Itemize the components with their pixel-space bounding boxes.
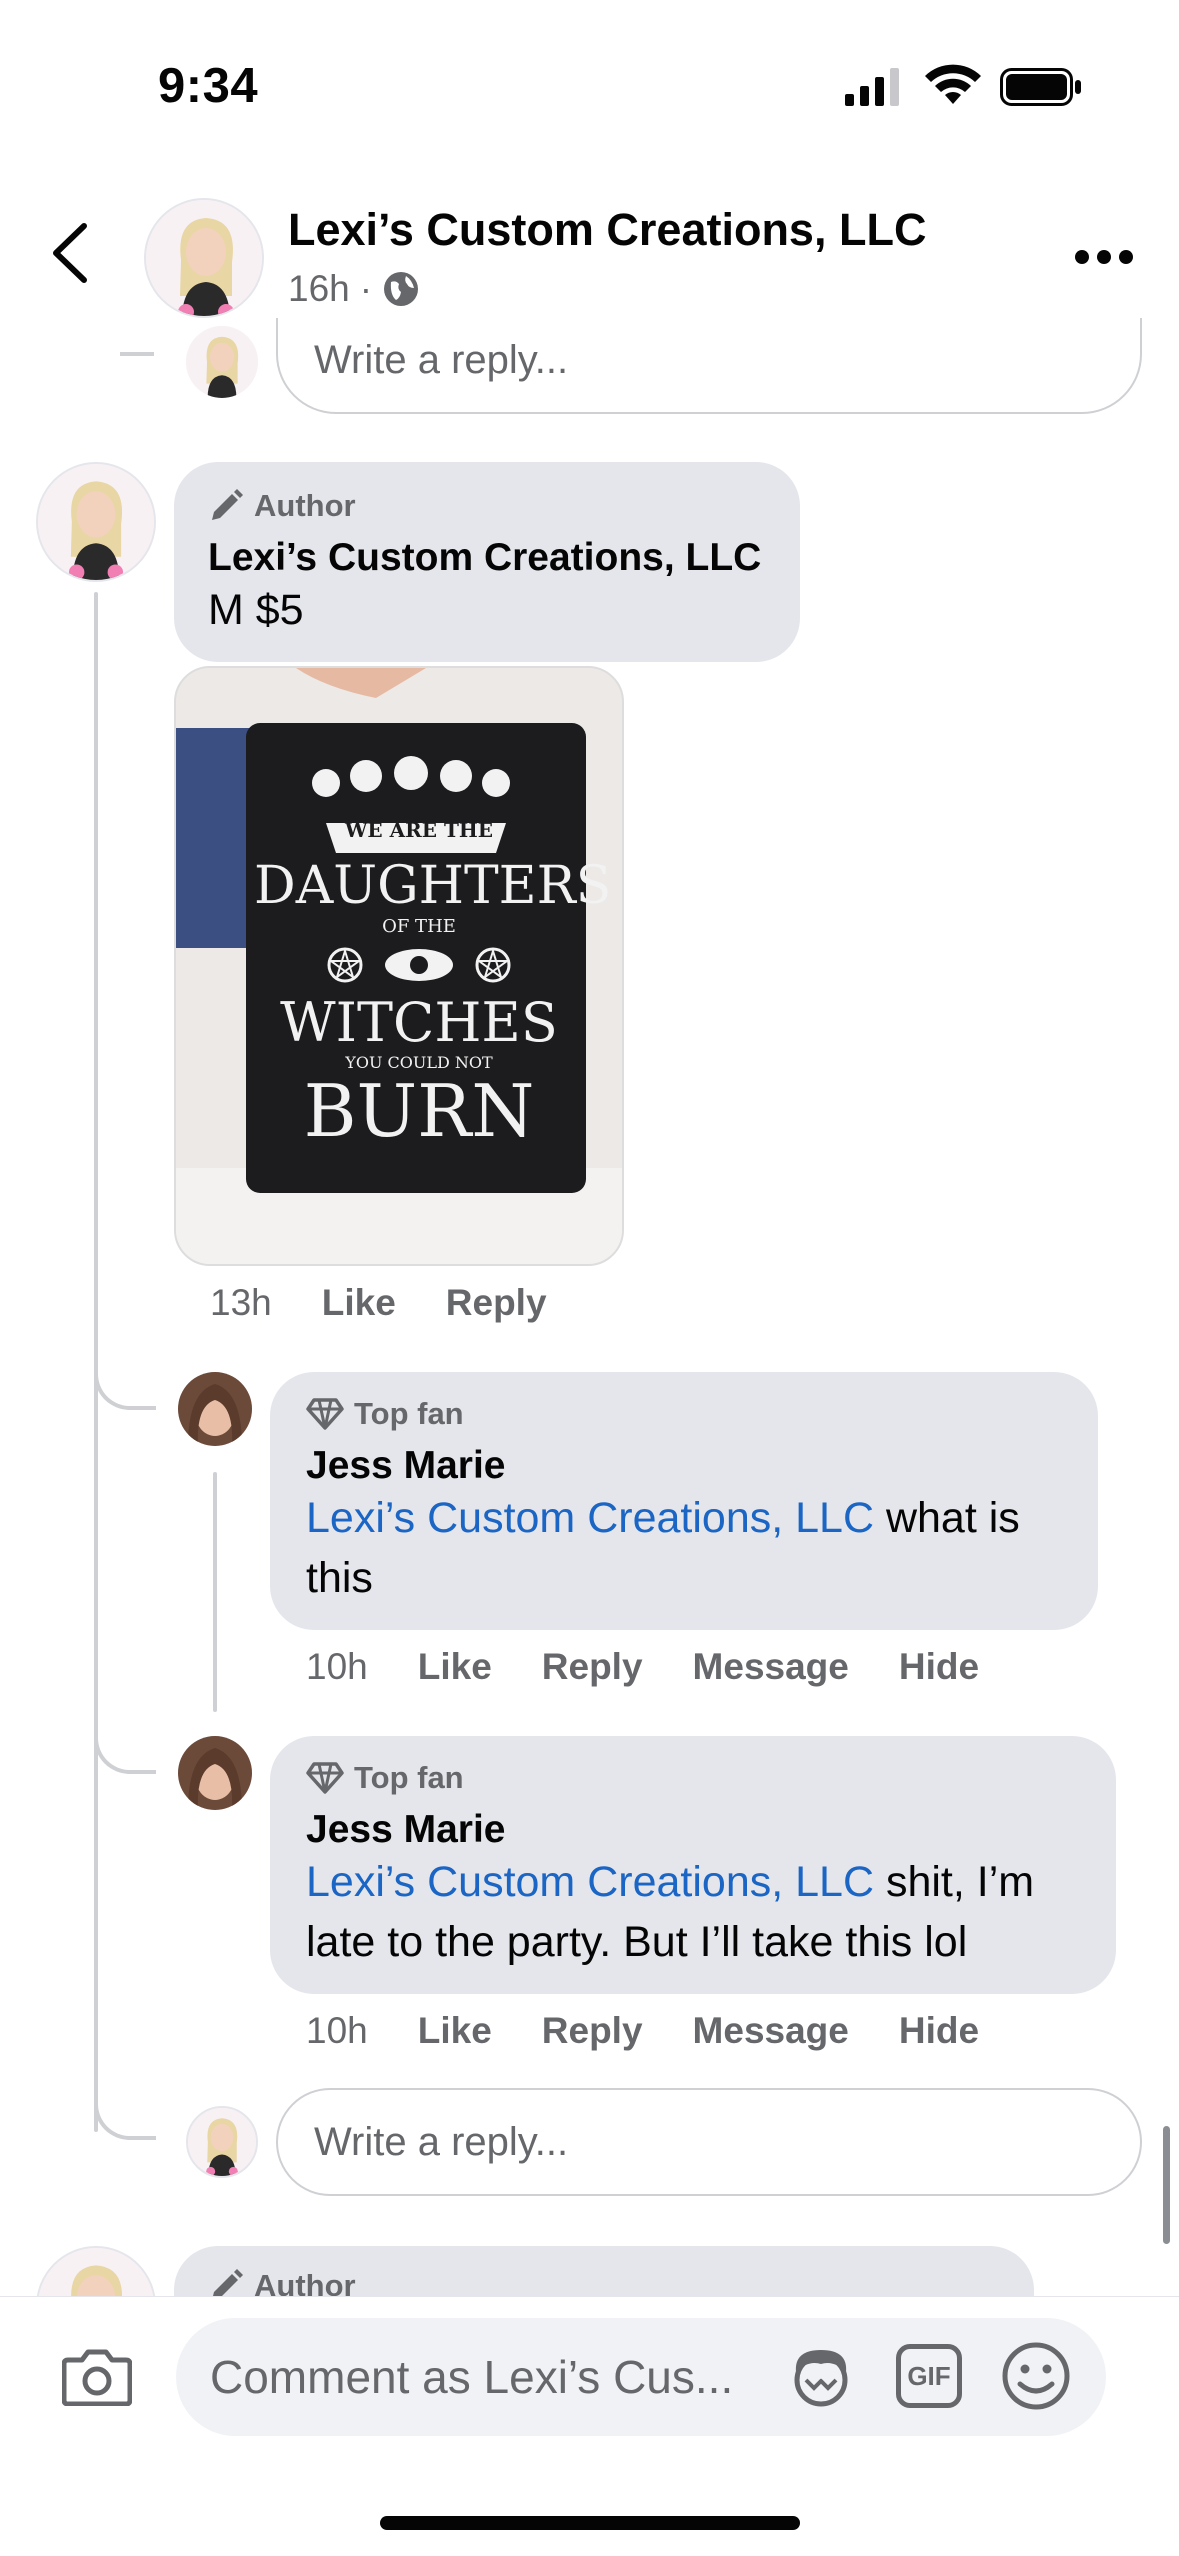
comment-text: M $5 <box>208 586 304 634</box>
author-comment-bubble: Author Lexi’s Custom Creations, LLC M $5 <box>174 462 800 662</box>
reply-button[interactable]: Reply <box>446 1282 547 1324</box>
home-indicator <box>380 2516 800 2530</box>
reply-actions-2: 10h Like Reply Message Hide <box>306 2010 1029 2052</box>
reply-text-line2: this <box>306 1554 373 1602</box>
author-badge-label: Author <box>254 488 356 523</box>
shirt-text-4: WITCHES <box>280 991 558 1054</box>
reply-text-line1: shit, I’m <box>874 1858 1035 1906</box>
post-meta: 16h · <box>288 268 420 310</box>
battery-icon <box>1000 68 1081 106</box>
reply-time: 10h <box>306 1646 368 1687</box>
eye-moons-decoration <box>254 945 584 985</box>
reply-avatar <box>186 326 258 398</box>
reply-text-line1: what is <box>874 1494 1020 1542</box>
reply-input-bottom[interactable]: Write a reply... <box>276 2088 1142 2196</box>
reply-text-line2: late to the party. But I’ll take this lo… <box>306 1918 968 1966</box>
scrollbar[interactable] <box>1163 2126 1170 2244</box>
comment-image[interactable]: WE ARE THE DAUGHTERS OF THE WITCHES YOU … <box>174 666 624 1266</box>
message-button[interactable]: Message <box>693 2010 849 2052</box>
camera-icon[interactable] <box>62 2346 132 2406</box>
reply-avatar-jess-1[interactable] <box>178 1372 252 1446</box>
gif-button[interactable]: GIF <box>896 2344 962 2408</box>
like-button[interactable]: Like <box>322 1282 396 1324</box>
thread-line <box>120 352 154 356</box>
top-fan-badge: Top fan <box>306 1396 1062 1432</box>
top-fan-label: Top fan <box>354 1760 464 1795</box>
message-button[interactable]: Message <box>693 1646 849 1688</box>
shirt-text-2: DAUGHTERS <box>254 856 612 916</box>
top-fan-badge: Top fan <box>306 1760 1080 1796</box>
hide-button[interactable]: Hide <box>899 1646 979 1688</box>
reply-avatar-self <box>186 2106 258 2178</box>
commenter-name[interactable]: Jess Marie <box>306 1808 1080 1852</box>
back-arrow-icon[interactable] <box>50 222 90 284</box>
shirt-text-1: WE ARE THE <box>344 818 494 842</box>
reply-input-placeholder: Write a reply... <box>314 338 569 382</box>
more-options-icon[interactable] <box>1075 250 1133 266</box>
globe-icon <box>384 272 419 306</box>
thread-line-sub <box>213 1472 217 1712</box>
mention-link[interactable]: Lexi’s Custom Creations, LLC <box>306 1494 874 1542</box>
comment-time: 13h <box>210 1282 272 1323</box>
diamond-icon <box>306 1398 344 1430</box>
reply-bubble-2: Top fan Jess Marie Lexi’s Custom Creatio… <box>270 1736 1116 1994</box>
shirt-text-3: OF THE <box>382 916 456 937</box>
comment-input-placeholder: Comment as Lexi’s Cus... <box>210 2351 734 2403</box>
wifi-icon <box>925 64 981 104</box>
comment-input[interactable]: Comment as Lexi’s Cus... <box>176 2318 1106 2436</box>
commenter-name[interactable]: Lexi’s Custom Creations, LLC <box>208 536 766 580</box>
avatar-illustration-icon <box>146 200 262 316</box>
post-time: 16h <box>288 268 350 309</box>
reply-actions-1: 10h Like Reply Message Hide <box>306 1646 1029 1688</box>
page-avatar[interactable] <box>144 198 264 318</box>
status-time: 9:34 <box>158 59 259 113</box>
gif-label: GIF <box>907 2360 951 2391</box>
reply-time: 10h <box>306 2010 368 2051</box>
meta-separator: · <box>359 268 373 309</box>
hide-button[interactable]: Hide <box>899 2010 979 2052</box>
reply-input-placeholder: Write a reply... <box>314 2119 569 2164</box>
reply-text: Lexi’s Custom Creations, LLC what is thi… <box>306 1488 1062 1608</box>
reply-button[interactable]: Reply <box>542 2010 643 2052</box>
commenter-name[interactable]: Jess Marie <box>306 1444 1062 1488</box>
emoji-icon[interactable] <box>1000 2340 1072 2412</box>
reply-bubble-1: Top fan Jess Marie Lexi’s Custom Creatio… <box>270 1372 1098 1630</box>
mention-link[interactable]: Lexi’s Custom Creations, LLC <box>306 1858 874 1906</box>
author-comment-actions: 13h Like Reply <box>210 1282 597 1324</box>
like-button[interactable]: Like <box>418 2010 492 2052</box>
like-button[interactable]: Like <box>418 1646 492 1688</box>
author-badge: Author <box>208 488 766 524</box>
author-avatar[interactable] <box>36 462 156 582</box>
shirt-text-6: BURN <box>303 1069 535 1153</box>
page-title[interactable]: Lexi’s Custom Creations, LLC <box>288 204 926 256</box>
diamond-icon <box>306 1762 344 1794</box>
reply-input-top[interactable]: Write a reply... <box>276 318 1142 414</box>
reply-avatar-jess-2[interactable] <box>178 1736 252 1810</box>
avatar-sticker-icon[interactable] <box>786 2342 856 2412</box>
pencil-icon <box>212 489 243 520</box>
top-fan-label: Top fan <box>354 1396 464 1431</box>
reply-text: Lexi’s Custom Creations, LLC shit, I’m l… <box>306 1852 1080 1972</box>
thread-branch-1 <box>94 1330 156 1410</box>
thread-branch-2 <box>94 1690 156 1774</box>
reply-button[interactable]: Reply <box>542 1646 643 1688</box>
cellular-signal-icon <box>845 68 899 106</box>
thread-branch-3 <box>94 2080 156 2140</box>
